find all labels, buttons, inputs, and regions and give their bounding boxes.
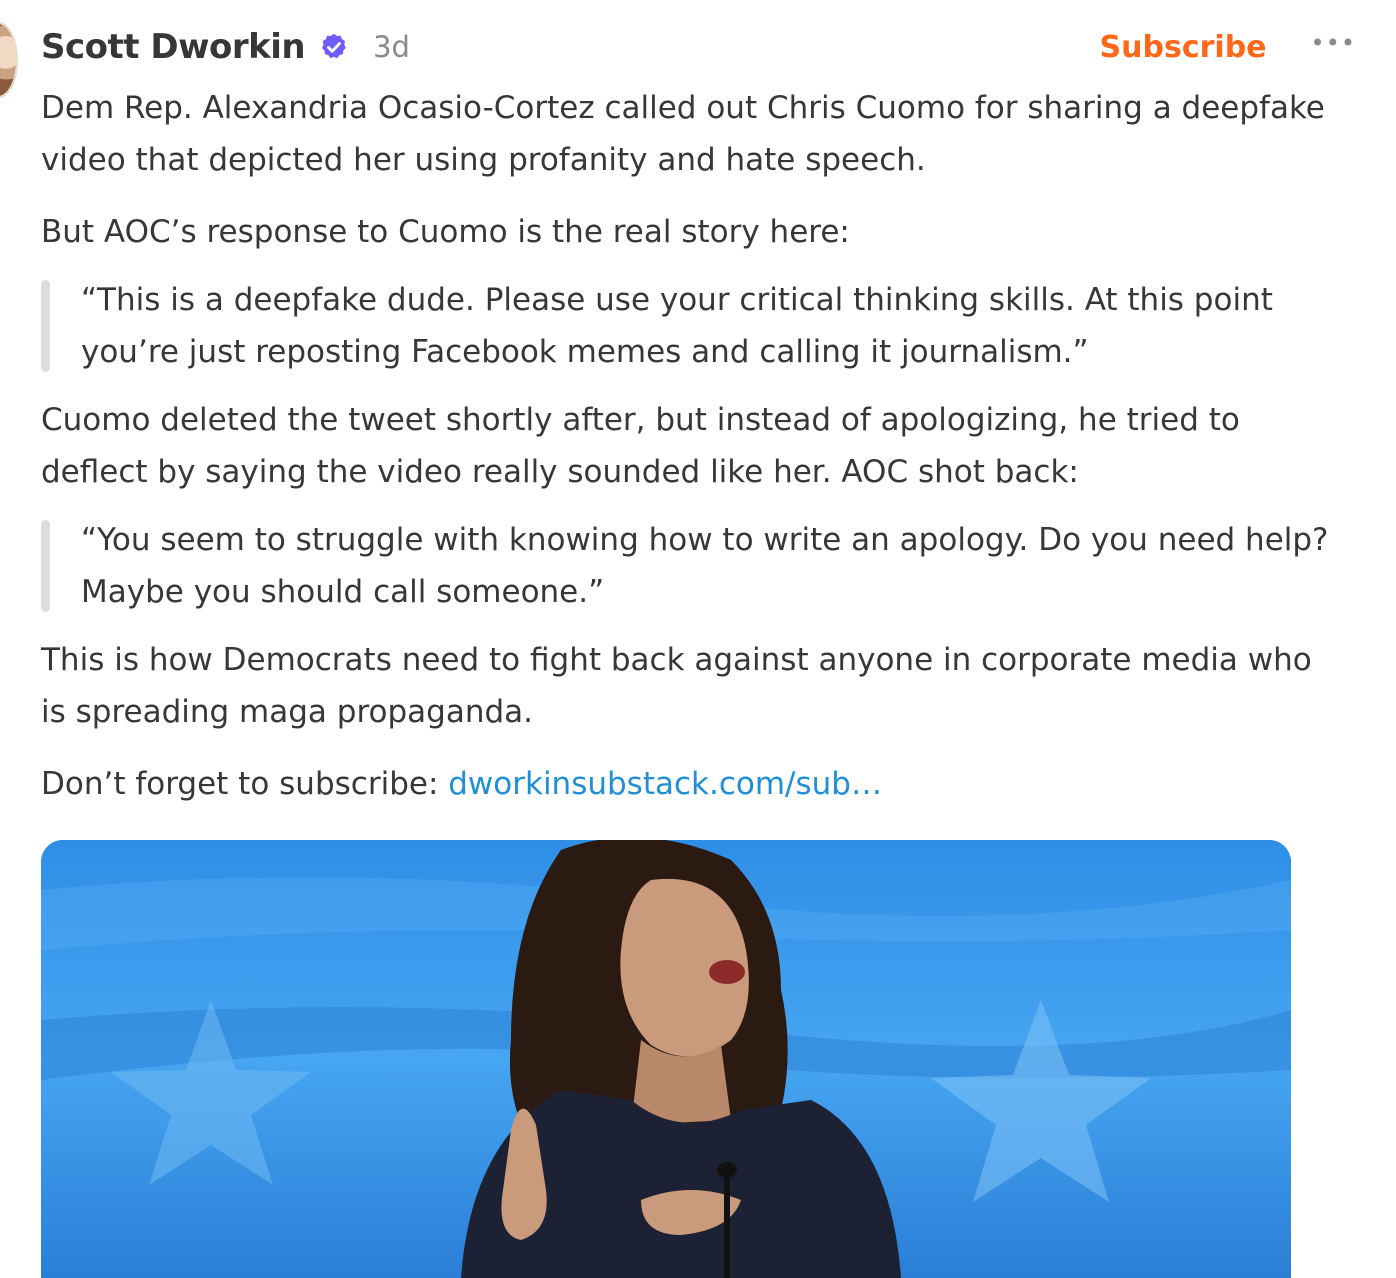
post-header: Scott Dworkin 3d Subscribe •••	[41, 22, 1356, 72]
blockquote-1: “This is a deepfake dude. Please use you…	[41, 274, 1341, 378]
post-body: Dem Rep. Alexandria Ocasio-Cortez called…	[41, 82, 1341, 830]
paragraph-2: But AOC’s response to Cuomo is the real …	[41, 214, 850, 250]
speaker-photo	[41, 840, 1291, 1278]
more-options-icon[interactable]: •••	[1311, 31, 1356, 55]
paragraph-5: Don’t forget to subscribe: dworkinsubsta…	[41, 758, 1341, 810]
blockquote-1-text: “This is a deepfake dude. Please use you…	[81, 282, 1273, 370]
post-image[interactable]	[41, 840, 1291, 1278]
verified-badge-icon	[322, 33, 346, 59]
subscribe-prompt: Don’t forget to subscribe:	[41, 766, 449, 802]
author-name[interactable]: Scott Dworkin	[41, 27, 306, 67]
blockquote-2: “You seem to struggle with knowing how t…	[41, 514, 1341, 618]
post-timestamp: 3d	[373, 30, 410, 64]
paragraph-3: Cuomo deleted the tweet shortly after, b…	[41, 402, 1240, 490]
subscribe-button[interactable]: Subscribe	[1100, 30, 1267, 65]
paragraph-1: Dem Rep. Alexandria Ocasio-Cortez called…	[41, 90, 1325, 178]
avatar[interactable]	[0, 22, 18, 98]
subscribe-link[interactable]: dworkinsubstack.com/sub…	[448, 766, 882, 802]
post-card: Scott Dworkin 3d Subscribe ••• Dem Rep. …	[0, 0, 1396, 1278]
blockquote-2-text: “You seem to struggle with knowing how t…	[81, 522, 1329, 610]
paragraph-4: This is how Democrats need to fight back…	[41, 642, 1312, 730]
